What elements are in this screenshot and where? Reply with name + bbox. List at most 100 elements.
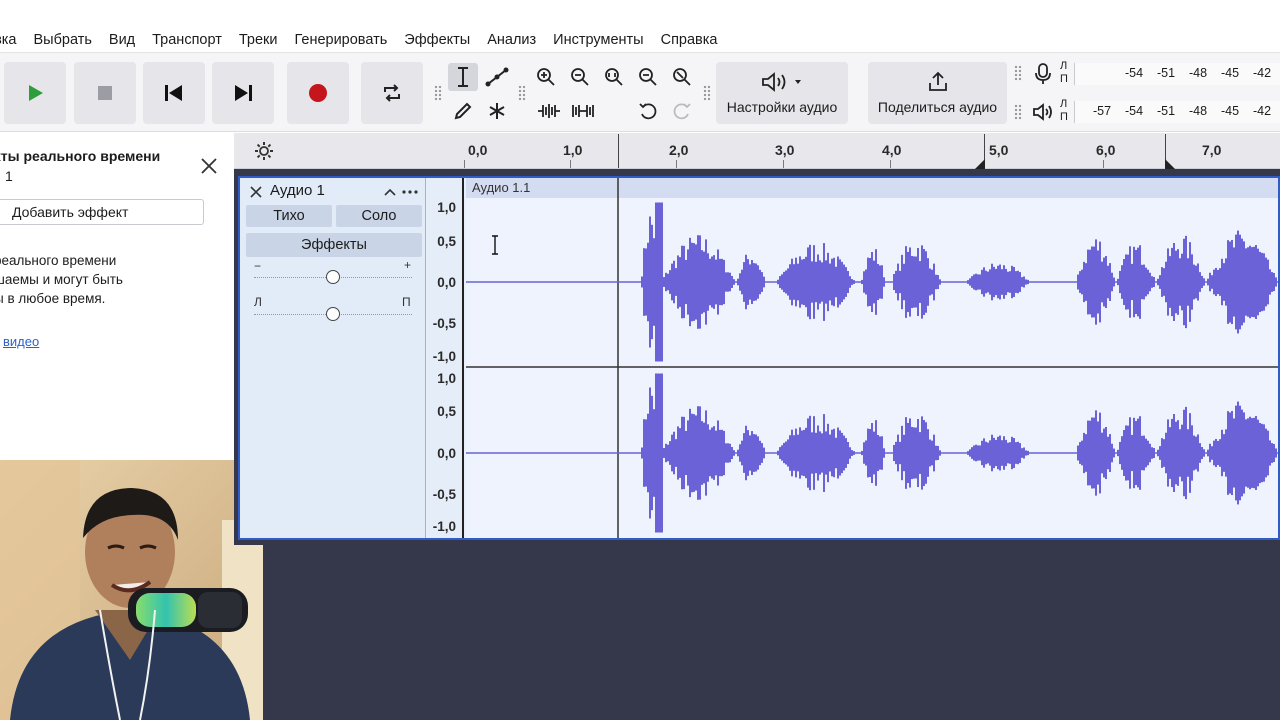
skip-to-start-button[interactable] <box>143 62 205 124</box>
track-effects-button[interactable]: Эффекты <box>246 233 422 257</box>
record-channel-labels: ЛП <box>1060 60 1068 85</box>
audio-clip[interactable]: Аудио 1.1 <box>466 178 1278 538</box>
close-track-icon[interactable] <box>250 186 262 198</box>
share-icon <box>928 71 947 91</box>
toolbar-grip[interactable] <box>518 85 526 101</box>
redo-button[interactable] <box>668 97 696 125</box>
loop-start-arrow-icon[interactable] <box>975 159 985 169</box>
skip-start-icon <box>165 85 182 101</box>
i-beam-icon <box>458 67 468 87</box>
ruler-tick <box>783 160 784 168</box>
menu-tracks[interactable]: Треки <box>239 32 278 48</box>
mute-button[interactable]: Тихо <box>246 205 332 227</box>
playback-meter[interactable]: ЛП -57 -54 -51 -48 -45 -42 <box>1030 98 1280 126</box>
add-effect-button[interactable]: Добавить эффект <box>0 199 204 225</box>
envelope-tool[interactable] <box>482 63 512 91</box>
close-icon[interactable] <box>200 157 218 175</box>
ruler-tick <box>676 160 677 168</box>
menu-analyze[interactable]: Анализ <box>487 32 536 48</box>
zoom-in-icon <box>537 68 555 86</box>
selection-tool[interactable] <box>448 63 478 91</box>
collapse-track-icon[interactable] <box>384 187 396 197</box>
gain-plus-label: + <box>404 258 412 272</box>
track-name[interactable]: Аудио 1 <box>270 182 325 199</box>
amplitude-label: 0,5 <box>437 234 456 249</box>
menu-tools[interactable]: Инструменты <box>553 32 643 48</box>
video-link[interactable]: видео <box>3 334 39 349</box>
pan-left-label: Л <box>254 295 262 309</box>
microphone-icon[interactable] <box>1030 62 1056 86</box>
trim-button[interactable] <box>535 97 563 125</box>
audio-track[interactable]: Аудио 1 Тихо Соло Эффекты − + Л П 1,0 0,… <box>238 176 1280 540</box>
playhead-line[interactable] <box>618 134 619 168</box>
effects-panel-track: 1 <box>5 168 13 184</box>
record-meter[interactable]: ЛП -54 -51 -48 -45 -42 <box>1030 60 1280 88</box>
effects-panel-title: екты реального времени <box>0 148 161 164</box>
menu-view[interactable]: Вид <box>109 32 135 48</box>
meter-tick: -45 <box>1221 104 1240 118</box>
record-button[interactable] <box>287 62 349 124</box>
solo-button[interactable]: Соло <box>336 205 422 227</box>
audio-settings-button[interactable]: Настройки аудио <box>716 62 848 124</box>
empty-track-area[interactable] <box>263 545 1280 720</box>
loop-button[interactable] <box>361 62 423 124</box>
undo-icon <box>639 103 657 120</box>
skip-to-end-button[interactable] <box>212 62 274 124</box>
redo-icon <box>673 103 691 120</box>
undo-button[interactable] <box>634 97 662 125</box>
ruler-tick <box>890 160 891 168</box>
share-audio-button[interactable]: Поделиться аудио <box>868 62 1007 124</box>
amplitude-label: 0,0 <box>437 446 456 461</box>
realtime-effects-panel: екты реального времени 1 Добавить эффект… <box>0 133 234 460</box>
meter-tick: -51 <box>1157 104 1176 118</box>
loop-icon <box>384 84 400 102</box>
audio-settings-label: Настройки аудио <box>726 99 838 115</box>
text-cursor-icon <box>492 235 498 255</box>
menu-edit[interactable]: авка <box>0 32 17 48</box>
zoom-toggle-icon <box>673 68 691 86</box>
loop-end-arrow-icon[interactable] <box>1165 159 1175 169</box>
waveform[interactable] <box>466 178 1278 538</box>
track-menu-icon[interactable] <box>402 189 418 195</box>
speaker-icon[interactable] <box>1030 100 1056 124</box>
asterisk-icon <box>489 103 505 119</box>
menu-transport[interactable]: Транспорт <box>152 32 222 48</box>
menu-generate[interactable]: Генерировать <box>295 32 388 48</box>
amplitude-label: -1,0 <box>432 519 456 534</box>
menu-select[interactable]: Выбрать <box>34 32 92 48</box>
menu-help[interactable]: Справка <box>661 32 718 48</box>
amplitude-label: -0,5 <box>432 316 456 331</box>
timeline-label: 4,0 <box>882 142 902 158</box>
pan-right-label: П <box>402 295 411 309</box>
speaker-dropdown-icon <box>762 72 801 92</box>
info-line: шаемы и могут быть <box>0 272 123 287</box>
zoom-out-button[interactable] <box>566 63 594 91</box>
silence-button[interactable] <box>569 97 597 125</box>
record-meter-scale: -54 -51 -48 -45 -42 <box>1074 63 1280 85</box>
play-icon <box>29 85 43 101</box>
stop-button[interactable] <box>74 62 136 124</box>
zoom-in-button[interactable] <box>532 63 560 91</box>
play-button[interactable] <box>4 62 66 124</box>
toolbar: Настройки аудио Поделиться аудио ЛП -54 … <box>0 52 1280 132</box>
meter-tick: -42 <box>1253 66 1272 80</box>
skip-end-icon <box>235 85 252 101</box>
gain-slider-knob[interactable] <box>326 270 340 284</box>
timeline-ruler[interactable]: 0,0 1,0 2,0 3,0 4,0 5,0 6,0 7,0 <box>234 133 1280 169</box>
menu-effects[interactable]: Эффекты <box>404 32 470 48</box>
fit-selection-button[interactable] <box>600 63 628 91</box>
timeline-settings-icon[interactable] <box>254 141 274 161</box>
silence-icon <box>572 105 594 117</box>
multi-tool[interactable] <box>482 97 512 125</box>
fit-project-button[interactable] <box>634 63 662 91</box>
info-line: ы в любое время. <box>0 291 106 306</box>
toolbar-grip[interactable] <box>703 85 711 101</box>
zoom-toggle-button[interactable] <box>668 63 696 91</box>
meter-grip[interactable] <box>1014 65 1022 81</box>
draw-tool[interactable] <box>448 97 478 125</box>
toolbar-grip[interactable] <box>434 85 442 101</box>
record-icon <box>309 84 327 102</box>
amplitude-scale: 1,0 0,5 0,0 -0,5 -1,0 1,0 0,5 0,0 -0,5 -… <box>427 178 464 538</box>
pan-slider-knob[interactable] <box>326 307 340 321</box>
meter-grip[interactable] <box>1014 104 1022 120</box>
